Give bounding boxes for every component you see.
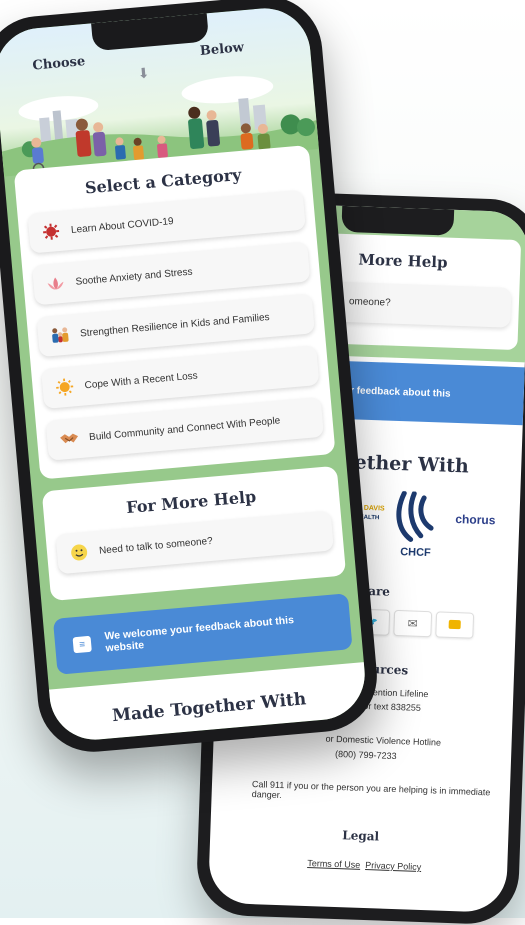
family-icon bbox=[49, 324, 71, 346]
chcf-logo-text: CHCF bbox=[400, 546, 431, 559]
virus-icon bbox=[40, 221, 62, 243]
category-label: Soothe Anxiety and Stress bbox=[75, 266, 193, 287]
category-label: Build Community and Connect With People bbox=[89, 415, 281, 443]
back-made-together-heading: gether With bbox=[341, 451, 469, 477]
lotus-icon bbox=[45, 273, 67, 295]
partners-section: Made Together With bbox=[49, 662, 369, 743]
front-phone: Choose Below ⬇ bbox=[0, 0, 382, 756]
sun-icon bbox=[54, 376, 76, 398]
smiley-icon bbox=[68, 542, 90, 564]
dv-hotline-number[interactable]: (800) 799-7233 bbox=[335, 749, 397, 761]
chcf-logo-mark bbox=[398, 493, 432, 540]
chorus-logo: chorus bbox=[455, 512, 496, 527]
more-help-card: For More Help Need to talk to someone? bbox=[42, 466, 346, 601]
terms-link[interactable]: Terms of Use bbox=[307, 858, 360, 870]
sms-icon[interactable] bbox=[435, 611, 474, 638]
feedback-text: We welcome your feedback about this webs… bbox=[104, 612, 315, 654]
made-together-heading: Made Together With bbox=[51, 684, 368, 731]
category-card: Select a Category Learn About COVID-19 S… bbox=[14, 145, 336, 480]
legal-title: Legal bbox=[342, 828, 379, 843]
category-label: Strengthen Resilience in Kids and Famili… bbox=[80, 312, 270, 340]
email-icon[interactable]: ✉ bbox=[393, 610, 432, 637]
emergency-note: Call 911 if you or the person you are he… bbox=[251, 779, 492, 807]
back-more-help-title: More Help bbox=[358, 250, 448, 271]
need-talk-label: Need to talk to someone? bbox=[99, 535, 213, 556]
back-phone-notch bbox=[341, 206, 454, 236]
category-item-covid[interactable]: Learn About COVID-19 bbox=[27, 190, 305, 254]
back-need-talk-item[interactable]: omeone? bbox=[326, 281, 511, 327]
chat-icon: ≡ bbox=[73, 636, 92, 654]
handshake-icon bbox=[58, 428, 80, 450]
category-item-resilience[interactable]: Strengthen Resilience in Kids and Famili… bbox=[37, 293, 315, 357]
dv-hotline-line1: or Domestic Violence Hotline bbox=[325, 734, 441, 748]
category-item-anxiety[interactable]: Soothe Anxiety and Stress bbox=[32, 241, 310, 305]
category-label: Cope With a Recent Loss bbox=[84, 370, 198, 391]
category-label: Learn About COVID-19 bbox=[71, 216, 174, 236]
category-item-community[interactable]: Build Community and Connect With People bbox=[46, 397, 324, 461]
front-phone-screen: Choose Below ⬇ bbox=[0, 5, 369, 744]
category-item-loss[interactable]: Cope With a Recent Loss bbox=[41, 345, 319, 409]
privacy-link[interactable]: Privacy Policy bbox=[365, 860, 421, 872]
need-talk-item[interactable]: Need to talk to someone? bbox=[56, 510, 334, 574]
feedback-banner[interactable]: ≡ We welcome your feedback about this we… bbox=[53, 593, 353, 675]
